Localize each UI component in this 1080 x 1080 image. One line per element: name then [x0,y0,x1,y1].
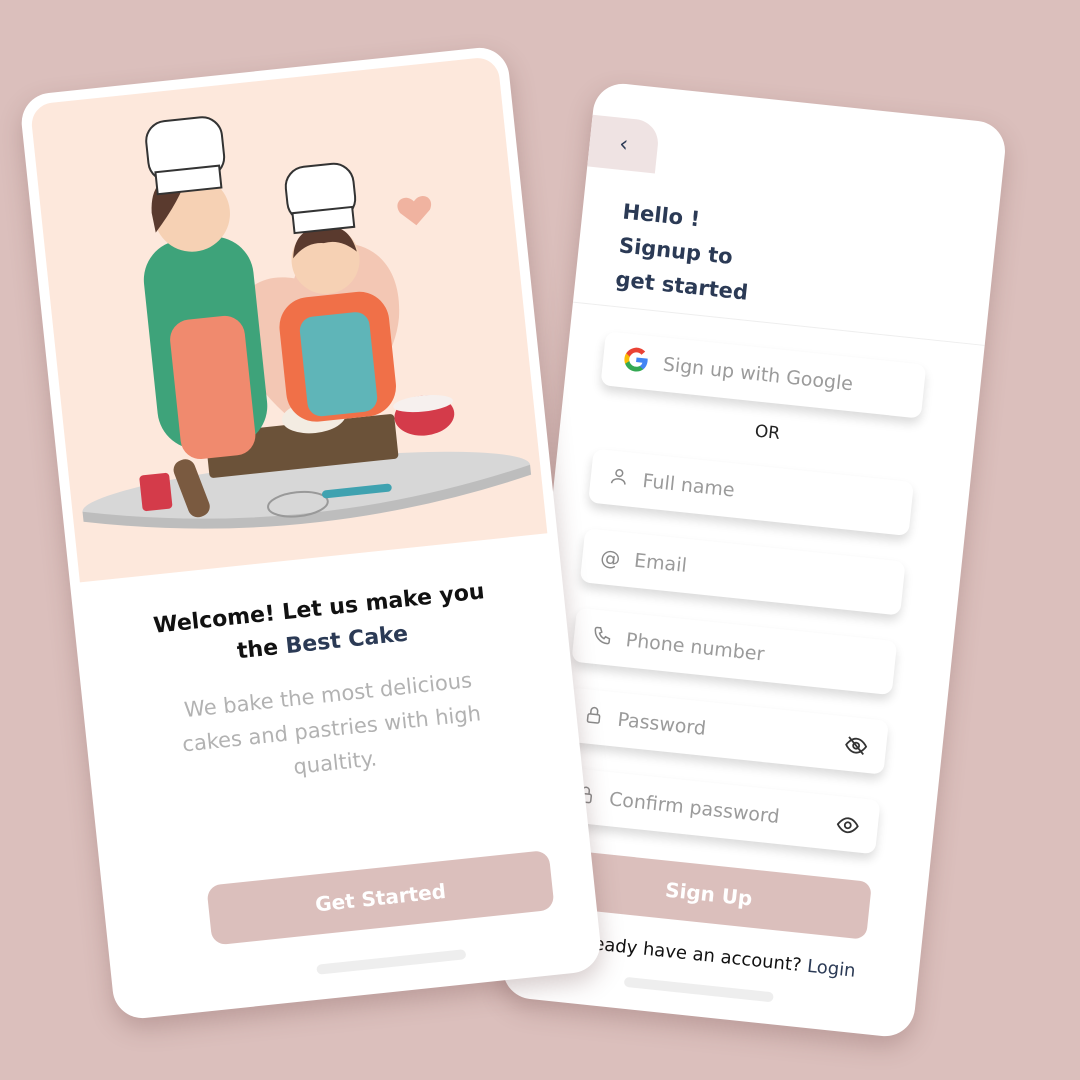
login-link[interactable]: Login [806,956,856,982]
welcome-copy: Welcome! Let us make you the Best Cake W… [94,569,561,803]
user-icon [608,465,630,491]
full-name-placeholder: Full name [641,469,736,502]
google-signup-button[interactable]: Sign up with Google [600,331,927,419]
at-icon: @ [599,545,622,571]
password-field[interactable]: Password [563,687,889,775]
welcome-subtitle: We bake the most delicious cakes and pas… [181,668,482,780]
get-started-button[interactable]: Get Started [206,849,555,946]
email-placeholder: Email [633,549,688,577]
eye-icon[interactable] [834,812,861,842]
email-field[interactable]: @ Email [579,528,906,616]
home-indicator [623,976,774,1003]
two-chefs-baking-illustration [29,55,548,583]
full-name-field[interactable]: Full name [588,448,914,537]
eye-off-icon[interactable] [843,733,870,763]
lock-icon [583,704,605,730]
welcome-heading-prefix: the [235,635,280,665]
google-icon [622,345,651,378]
login-prompt-text: Already have an account? [568,930,803,977]
back-button[interactable]: ‹ [587,114,661,174]
password-placeholder: Password [616,708,707,740]
chevron-left-icon: ‹ [618,131,630,157]
signup-greeting: Hello ! Signup to get started [614,194,757,309]
home-indicator [316,949,467,975]
phone-icon [591,625,613,651]
confirm-password-field[interactable]: Confirm password [554,766,881,855]
phone-number-field[interactable]: Phone number [571,607,898,696]
confirm-password-placeholder: Confirm password [608,788,781,829]
google-signup-label: Sign up with Google [661,353,855,396]
welcome-screen: Welcome! Let us make you the Best Cake W… [18,44,604,1022]
phone-number-placeholder: Phone number [624,629,766,666]
